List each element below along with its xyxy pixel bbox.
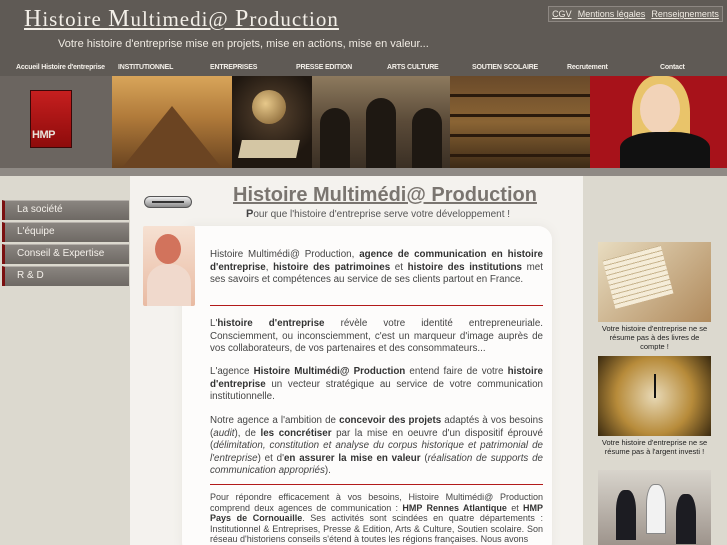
thumbnail-meeting[interactable] bbox=[598, 470, 711, 545]
top-links: CGV Mentions légales Renseignements bbox=[548, 6, 723, 22]
thumbnail-clock[interactable] bbox=[598, 356, 711, 436]
sidebar-item-r-and-d[interactable]: R & D bbox=[2, 266, 129, 286]
sidebar-item-l-equipe[interactable]: L'équipe bbox=[2, 222, 129, 242]
side-menu: La société L'équipe Conseil & Expertise … bbox=[2, 200, 129, 288]
nav-item-entreprises[interactable]: ENTREPRISES bbox=[210, 64, 257, 71]
intro-paragraph: Histoire Multimédi@ Production, agence d… bbox=[210, 249, 544, 285]
nav-item-contact[interactable]: Contact bbox=[660, 64, 685, 71]
left-sidebar: La société L'équipe Conseil & Expertise … bbox=[0, 176, 130, 545]
sidebar-item-conseil-expertise[interactable]: Conseil & Expertise bbox=[2, 244, 129, 264]
link-mentions-legales[interactable]: Mentions légales bbox=[578, 9, 646, 19]
paragraph-agences: Pour répondre efficacement à vos besoins… bbox=[210, 492, 544, 544]
pill-line bbox=[152, 201, 184, 203]
banner-image-pyramids bbox=[112, 76, 232, 168]
page-title[interactable]: Histoire Multimédi@ Production bbox=[233, 184, 537, 207]
hmp-logo[interactable]: HMP bbox=[30, 90, 72, 148]
paragraph-agence: L'agence Histoire Multimédi@ Production … bbox=[210, 366, 543, 402]
nav-item-arts-culture[interactable]: ARTS CULTURE bbox=[387, 64, 439, 71]
link-cgv[interactable]: CGV bbox=[552, 9, 572, 19]
site-title[interactable]: Histoire Multimedi@ Production bbox=[24, 6, 339, 33]
paragraph-identite: L'histoire d'entreprise révèle votre ide… bbox=[210, 318, 543, 354]
caption-ledger: Votre histoire d'entreprise ne se résume… bbox=[601, 324, 708, 351]
right-sidebar: Votre histoire d'entreprise ne se résume… bbox=[583, 176, 727, 545]
thumbnail-ledger[interactable] bbox=[598, 242, 711, 322]
paragraph-ambition: Notre agence a l'ambition de concevoir d… bbox=[210, 415, 544, 476]
page-subtitle: Pour que l'histoire d'entreprise serve v… bbox=[246, 208, 511, 220]
divider-band bbox=[0, 168, 727, 176]
banner: HMP bbox=[0, 76, 727, 168]
banner-image-library bbox=[450, 76, 590, 168]
main-nav: Accueil Histoire d'entreprise INSTITUTIO… bbox=[0, 62, 727, 76]
nav-item-soutien-scolaire[interactable]: SOUTIEN SCOLAIRE bbox=[472, 64, 538, 71]
red-divider-2 bbox=[210, 484, 543, 485]
banner-image-globe-book bbox=[232, 76, 312, 168]
banner-image-businesswoman bbox=[590, 76, 727, 168]
logo-area: HMP bbox=[0, 76, 112, 168]
site-tagline: Votre histoire d'entreprise mise en proj… bbox=[58, 38, 429, 50]
nav-item-institutionnel[interactable]: INSTITUTIONNEL bbox=[118, 64, 173, 71]
nav-item-presse-edition[interactable]: PRESSE EDITION bbox=[296, 64, 352, 71]
caption-clock: Votre histoire d'entreprise ne se résume… bbox=[601, 438, 708, 456]
portrait-image bbox=[143, 226, 195, 306]
banner-image-vaulted-hall bbox=[312, 76, 450, 168]
link-renseignements[interactable]: Renseignements bbox=[651, 9, 719, 19]
sidebar-item-la-societe[interactable]: La société bbox=[2, 200, 129, 220]
nav-item-recrutement[interactable]: Recrutement bbox=[567, 64, 608, 71]
nav-item-accueil[interactable]: Accueil Histoire d'entreprise bbox=[16, 64, 105, 71]
red-divider bbox=[210, 305, 543, 306]
site-header: Histoire Multimedi@ Production Votre his… bbox=[0, 0, 727, 62]
main-content: Histoire Multimédi@ Production Pour que … bbox=[130, 176, 583, 545]
